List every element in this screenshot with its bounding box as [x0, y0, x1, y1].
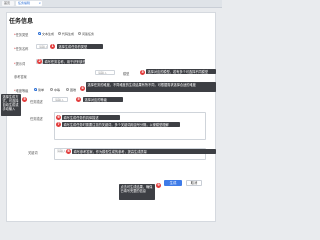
- task-type-radio-1[interactable]: [38, 32, 41, 35]
- prompt-label: *提示词: [14, 62, 26, 66]
- difficulty-option-2: 中等: [54, 88, 61, 92]
- callout-6: 填写生成任务的具体描述: [62, 115, 120, 121]
- task-type-label: *任务类型: [14, 33, 29, 37]
- marker-5: 5: [76, 97, 81, 102]
- task-type-radio-2[interactable]: [58, 32, 61, 35]
- difficulty-radio-3[interactable]: [66, 88, 69, 91]
- task-type-option-3: 问答任务: [82, 32, 95, 36]
- difficulty-radio-2[interactable]: [50, 88, 53, 91]
- marker-7: 7: [56, 122, 61, 127]
- marker-1: 1: [50, 44, 55, 49]
- callout-4: 选择任务的难度，不同难度的生成结果有所不同，可根据需求选择合适的难度: [86, 82, 216, 92]
- task-name-input[interactable]: 请输入: [36, 44, 48, 49]
- callout-5: 选择对应的等级: [83, 97, 123, 103]
- callout-8: 填写参考答案，作为模型生成的参考，提高生成质量: [72, 149, 216, 155]
- task-name-label: *任务名称: [14, 47, 29, 51]
- callout-2: 填写任务名称，用于识别该任务: [43, 59, 85, 65]
- difficulty-option-3: 困难: [70, 88, 77, 92]
- marker-8: 8: [66, 149, 71, 154]
- task-type-radio-3[interactable]: [78, 32, 81, 35]
- field-label-extra: 参考答案: [14, 75, 27, 79]
- callout-9: 点击可生成结果，确保已填写完整的信息: [119, 184, 155, 200]
- marker-side: 5: [22, 97, 27, 102]
- close-icon[interactable]: ×: [38, 1, 41, 6]
- difficulty-radio-1[interactable]: [34, 88, 37, 91]
- task-type-option-2: 代码生成: [62, 32, 75, 36]
- marker-6: 6: [56, 115, 61, 120]
- generate-button[interactable]: 生成: [164, 180, 182, 186]
- description-label: 任务描述: [30, 117, 43, 121]
- tab-task-edit[interactable]: 任务编辑 ×: [16, 1, 42, 6]
- marker-2: 2: [37, 59, 42, 64]
- difficulty-label: *难度等级: [14, 89, 29, 93]
- marker-4: 4: [80, 86, 85, 91]
- level-label: 任务描述: [30, 100, 43, 104]
- callout-3: 选择对应的模型，若有多个可选择不同模型: [146, 69, 216, 75]
- tab-task-edit-label: 任务编辑: [18, 1, 31, 5]
- marker-9: 9: [156, 183, 161, 188]
- difficulty-option-1: 简单: [38, 88, 45, 92]
- keywords-label: 关键词: [28, 151, 38, 155]
- model-label: 模型: [123, 72, 130, 76]
- prompt-input-2[interactable]: 请输入: [95, 70, 115, 75]
- side-note: 选择生成方式，可选择自动生成或手动输入: [1, 94, 21, 116]
- callout-7: 填写生成任务时需要注意的关键词，多个关键词用逗号分隔，以便模型理解: [62, 122, 180, 128]
- level-select[interactable]: 请输入: [52, 97, 68, 102]
- tab-home[interactable]: 首页: [2, 1, 14, 6]
- tab-home-label: 首页: [4, 1, 11, 5]
- task-type-option-1: 文本生成: [42, 32, 55, 36]
- marker-3: 3: [140, 70, 145, 75]
- cancel-button[interactable]: 取消: [186, 180, 202, 186]
- tab-bar: 首页 任务编辑 ×: [0, 0, 222, 8]
- page-title: 任务信息: [9, 18, 34, 25]
- callout-1: 选择生成任务的类型: [57, 44, 103, 50]
